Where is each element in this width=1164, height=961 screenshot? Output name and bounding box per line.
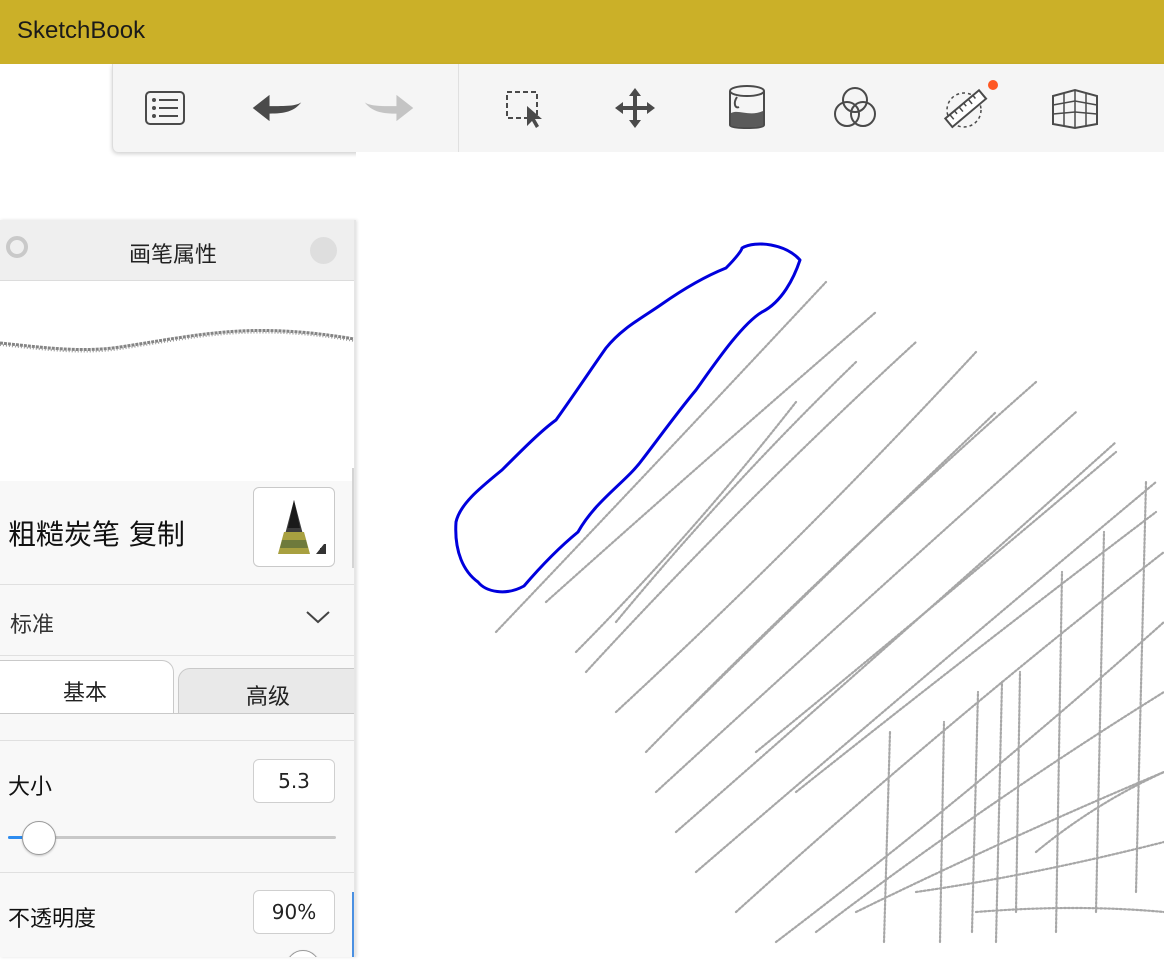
size-slider-knob[interactable] [22, 821, 57, 855]
hatch-stroke [1054, 570, 1064, 934]
hatch-stroke [584, 340, 918, 674]
perspective-grid-icon [1052, 88, 1098, 130]
hatch-stroke [1034, 770, 1164, 854]
divider [0, 872, 354, 873]
opacity-slider-knob[interactable] [286, 950, 321, 957]
size-value-field[interactable]: 5.3 [253, 759, 335, 803]
redo-icon [364, 94, 414, 122]
panel-header: 画笔属性 [0, 220, 354, 281]
hatch-stroke [1134, 480, 1148, 894]
canvas-artwork [454, 242, 1164, 944]
undo-button[interactable] [249, 82, 305, 134]
hatch-stroke [494, 280, 828, 634]
chevron-down-icon [306, 611, 330, 624]
hatch-stroke [614, 350, 978, 714]
notification-badge [988, 80, 998, 90]
color-editor-button[interactable] [827, 82, 883, 134]
hatch-stroke [938, 720, 946, 944]
title-bar: SketchBook [0, 0, 1164, 64]
color-circles-icon [834, 87, 876, 127]
ruler-button[interactable] [939, 80, 998, 134]
brush-tabs: 高级 基本 [0, 660, 354, 714]
main-toolbar [112, 64, 1164, 152]
selection-button[interactable] [497, 82, 553, 134]
panel-scrollbar[interactable] [352, 468, 354, 568]
hatch-stroke [1014, 670, 1022, 914]
redo-button[interactable] [361, 82, 417, 134]
hatch-stroke [882, 730, 892, 944]
hatch-stroke [1094, 530, 1106, 914]
hatch-stroke [774, 620, 1164, 944]
perspective-button[interactable] [1047, 82, 1103, 134]
brush-name: 粗糙炭笔 复制 [8, 518, 185, 551]
preset-dropdown[interactable]: 标准 [0, 585, 354, 655]
tabs-baseline [0, 713, 354, 714]
hatch-stroke [614, 360, 858, 624]
blue-lasso-stroke [454, 242, 802, 594]
paint-bucket-button[interactable] [719, 82, 775, 134]
brush-stroke-preview [0, 281, 354, 481]
hatch-stroke [994, 680, 1004, 944]
hatch-stroke [684, 410, 998, 714]
opacity-value-field[interactable]: 90% [253, 890, 335, 934]
transform-button[interactable] [607, 82, 663, 134]
charcoal-brush-icon [278, 500, 326, 554]
panel-close-button[interactable] [310, 237, 337, 264]
preset-label: 标准 [10, 613, 55, 638]
size-label: 大小 [8, 775, 53, 800]
tab-advanced-label: 高级 [245, 685, 290, 710]
opacity-label: 不透明度 [8, 907, 97, 932]
ruler-icon [943, 88, 988, 129]
hatch-stroke [970, 690, 980, 934]
tab-basic-label: 基本 [62, 681, 107, 706]
hatch-stroke [814, 690, 1164, 934]
panel-title: 画笔属性 [128, 243, 217, 268]
paint-bucket-icon [729, 85, 765, 129]
undo-icon [252, 94, 302, 122]
tab-advanced[interactable]: 高级 [178, 668, 354, 714]
hatch-stroke [574, 400, 798, 654]
selection-icon [506, 91, 542, 128]
hatch-stroke [974, 906, 1164, 914]
stroke-preview-graphic [0, 328, 354, 353]
brush-thumbnail-button[interactable] [253, 487, 335, 567]
hatch-stroke [544, 310, 878, 604]
tab-basic[interactable]: 基本 [0, 660, 174, 714]
panel-scrollbar-active[interactable] [352, 892, 354, 957]
toolbar-separator [458, 64, 459, 152]
brush-list-button[interactable] [137, 82, 193, 134]
brush-properties-panel: 画笔属性 粗糙炭笔 复制 标准 高级 基本 大小 5.3 不透明度 90% [0, 220, 356, 957]
app-title: SketchBook [17, 17, 146, 44]
drawing-canvas[interactable] [356, 152, 1164, 957]
pencil-hatching [494, 280, 1164, 944]
brush-list-icon [145, 91, 185, 125]
divider [0, 740, 354, 741]
transform-move-icon [615, 88, 655, 128]
size-slider-track[interactable] [8, 836, 336, 839]
divider [0, 655, 354, 656]
